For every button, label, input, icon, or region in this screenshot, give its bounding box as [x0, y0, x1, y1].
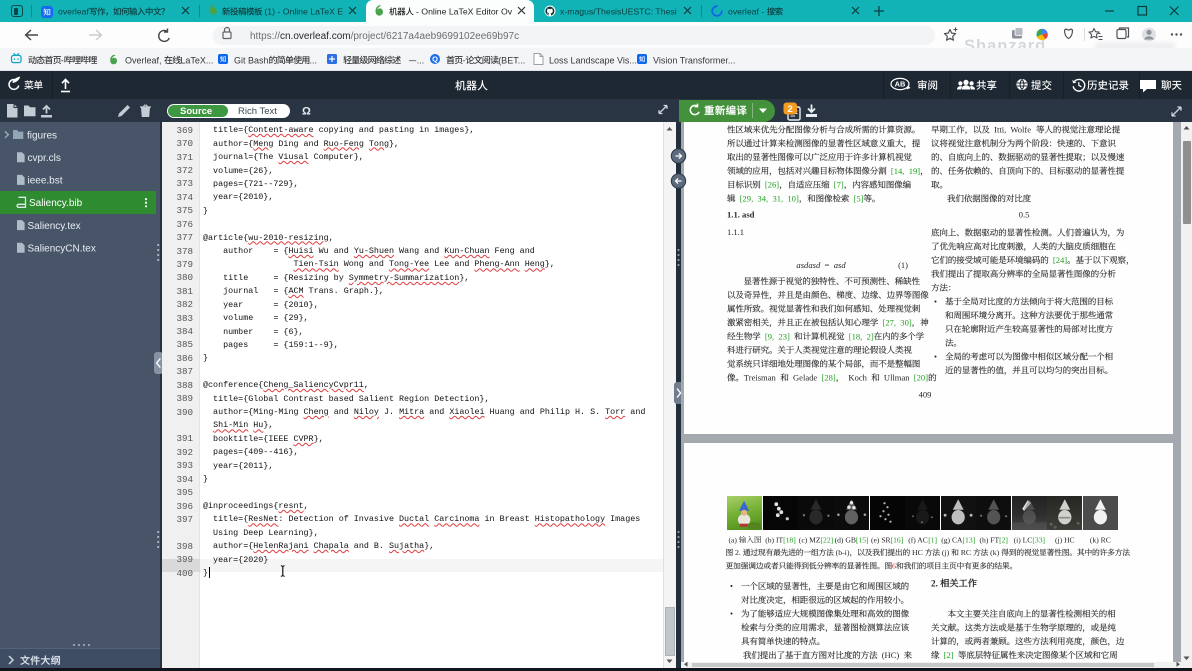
svg-text:[24]: [24] — [1053, 255, 1067, 265]
svg-text:Source: Source — [180, 106, 212, 117]
svg-text:(1) - Online LaTeX E: (1) - Online LaTeX E — [264, 7, 343, 17]
svg-text:[5]: [5] — [854, 194, 864, 204]
svg-text:...: ... — [417, 55, 425, 65]
svg-text:[2]: [2] — [944, 650, 954, 660]
svg-text:•: • — [934, 352, 937, 362]
svg-text:-: - — [462, 55, 465, 65]
svg-text:AB: AB — [895, 80, 906, 89]
svg-text:...: ... — [310, 55, 318, 65]
svg-text:[28]: [28] — [822, 373, 836, 383]
svg-text:[20]: [20] — [914, 373, 928, 383]
svg-text:[29, 34, 31, 10]: [29, 34, 31, 10] — [740, 194, 799, 204]
svg-text:LaTeX...: LaTeX... — [180, 55, 213, 65]
svg-text:Gelade: Gelade — [793, 373, 817, 383]
svg-text:(e) SR: (e) SR — [871, 535, 892, 544]
svg-text:[14, 19]: [14, 19] — [891, 166, 920, 176]
svg-text:(HC): (HC) — [882, 650, 900, 660]
svg-text:overleaf: overleaf — [58, 7, 89, 17]
svg-text:[2]: [2] — [999, 535, 1008, 544]
svg-text:(h) FT: (h) FT — [980, 535, 1000, 544]
svg-text:1.1. asd: 1.1. asd — [727, 210, 755, 220]
svg-text:asd: asd — [834, 260, 847, 270]
svg-text:https://: https:// — [250, 31, 280, 42]
svg-text:cn.overleaf.com: cn.overleaf.com — [280, 31, 351, 42]
svg-text:(g) CA: (g) CA — [941, 535, 963, 544]
svg-text:(f) AC: (f) AC — [908, 535, 928, 544]
svg-text:(1): (1) — [898, 260, 908, 270]
svg-text:(i) LC: (i) LC — [1014, 535, 1033, 544]
svg-text:ieee.bst: ieee.bst — [28, 176, 63, 187]
svg-text:-: - — [61, 55, 64, 65]
svg-text:Q: Q — [432, 55, 438, 64]
svg-text:x-magus/ThesisUESTC: Thesi: x-magus/ThesisUESTC: Thesi — [560, 7, 677, 17]
svg-text:overleaf -: overleaf - — [728, 7, 764, 17]
svg-text:(j): (j) — [942, 548, 950, 557]
svg-text:•: • — [730, 609, 733, 619]
svg-text:6: 6 — [892, 562, 896, 571]
svg-text:[16]: [16] — [891, 535, 904, 544]
svg-text:(c) MZ: (c) MZ — [799, 535, 821, 544]
svg-text:(b-i): (b-i) — [836, 548, 850, 557]
svg-text:Git Bash: Git Bash — [234, 55, 269, 65]
svg-text:[27, 30]: [27, 30] — [883, 318, 912, 328]
svg-text:•: • — [934, 297, 937, 307]
svg-text:figures: figures — [27, 130, 57, 141]
svg-text:(a): (a) — [729, 535, 738, 544]
svg-text:2.: 2. — [931, 578, 938, 588]
svg-text:SaliencyCN.tex: SaliencyCN.tex — [28, 243, 96, 254]
svg-text:(j) HC: (j) HC — [1055, 535, 1075, 544]
svg-text:[7]: [7] — [834, 180, 844, 190]
svg-text:[15]: [15] — [856, 535, 869, 544]
svg-text:Vision Transformer...: Vision Transformer... — [653, 55, 735, 65]
svg-text:Itti, Wolfe: Itti, Wolfe — [994, 125, 1031, 135]
svg-text:2: 2 — [788, 104, 793, 115]
svg-text:Saliency.tex: Saliency.tex — [28, 221, 81, 232]
svg-text:0.5: 0.5 — [1019, 210, 1030, 220]
svg-text:cvpr.cls: cvpr.cls — [28, 153, 61, 164]
svg-text:[1]: [1] — [928, 535, 937, 544]
svg-text:Loss Landscape Vis...: Loss Landscape Vis... — [549, 55, 637, 65]
svg-text:[13]: [13] — [963, 535, 976, 544]
svg-text:Overleaf,: Overleaf, — [125, 55, 162, 65]
svg-text:409: 409 — [919, 390, 932, 400]
svg-text:Koch: Koch — [848, 373, 867, 383]
svg-text:HC: HC — [912, 548, 923, 557]
svg-text:[33]: [33] — [1032, 535, 1045, 544]
svg-text:RC: RC — [961, 548, 971, 557]
svg-text:(k) RC: (k) RC — [1090, 535, 1111, 544]
svg-text:[26]: [26] — [765, 180, 779, 190]
svg-text:(k): (k) — [990, 548, 999, 557]
svg-text:- Online LaTeX Editor Ov: - Online LaTeX Editor Ov — [416, 7, 513, 17]
svg-text:Ullman: Ullman — [884, 373, 910, 383]
svg-text:Ω: Ω — [302, 106, 311, 118]
svg-text:(BET...: (BET... — [498, 55, 525, 65]
svg-text:Treisman: Treisman — [744, 373, 777, 383]
svg-text:=: = — [825, 260, 830, 270]
svg-text:[9, 23]: [9, 23] — [765, 331, 790, 341]
svg-text:•: • — [730, 581, 733, 591]
svg-text:(d) GB: (d) GB — [835, 535, 856, 544]
svg-text:[18, 2]: [18, 2] — [849, 331, 874, 341]
svg-text:asdasd: asdasd — [796, 260, 821, 270]
svg-text:Rich Text: Rich Text — [238, 106, 277, 117]
svg-text:/project/6217a4aeb9699102ee69b: /project/6217a4aeb9699102ee69b97c — [351, 31, 519, 42]
svg-text:[18]: [18] — [783, 535, 796, 544]
svg-text:1.1.1: 1.1.1 — [727, 227, 744, 237]
svg-text:Saliency.bib: Saliency.bib — [29, 198, 83, 209]
svg-text:(b) IT: (b) IT — [765, 535, 783, 544]
svg-text:2.: 2. — [735, 548, 741, 557]
svg-text:[22]: [22] — [821, 535, 834, 544]
